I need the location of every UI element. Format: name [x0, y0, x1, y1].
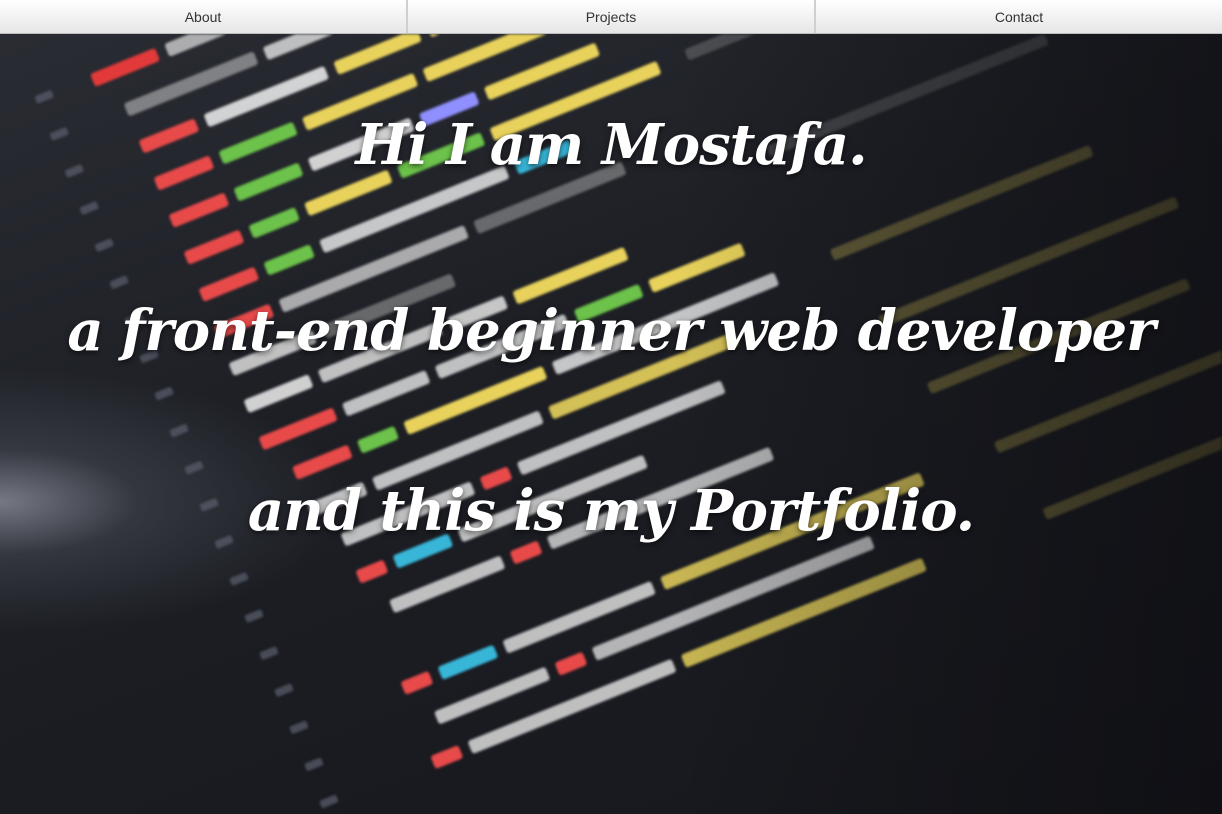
hero-greeting: Hi I am Mostafa.: [355, 112, 867, 178]
top-navigation: About Projects Contact: [0, 0, 1222, 34]
nav-item-about[interactable]: About: [0, 0, 408, 33]
hero-portfolio-line: and this is my Portfolio.: [247, 478, 975, 544]
nav-item-projects[interactable]: Projects: [408, 0, 816, 33]
hero-role: a front-end beginner web developer: [67, 298, 1155, 364]
nav-item-contact[interactable]: Contact: [816, 0, 1222, 33]
